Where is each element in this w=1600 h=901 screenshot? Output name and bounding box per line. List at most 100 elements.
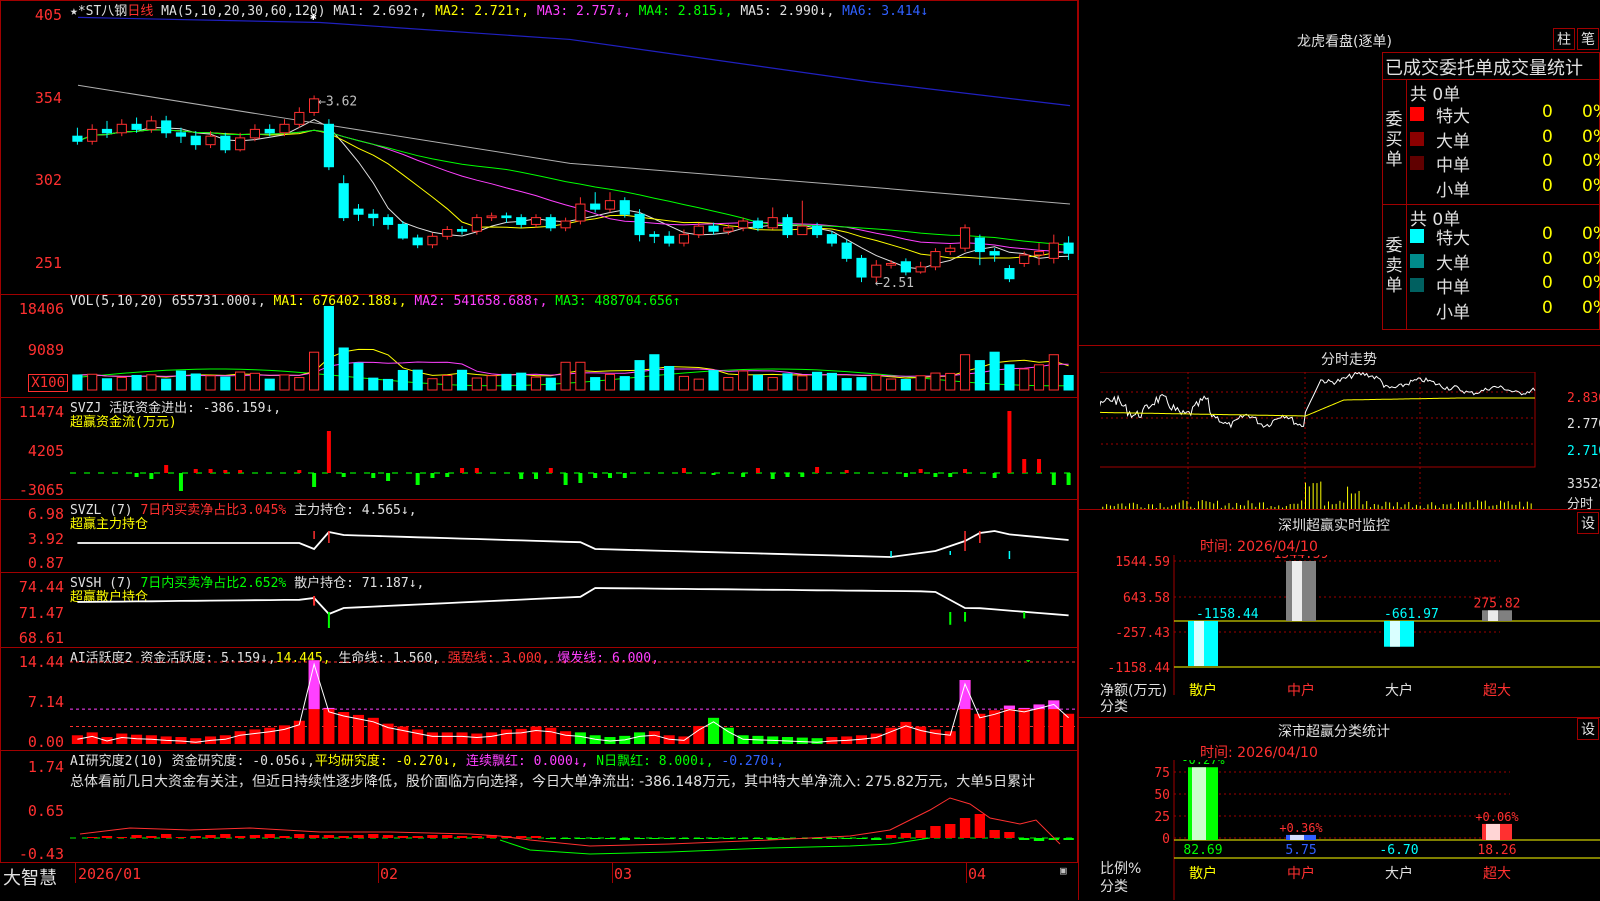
flow-bar — [963, 469, 968, 473]
ai-active-chart[interactable]: ↓ — [70, 660, 1076, 750]
order-type: 特大 — [1436, 229, 1470, 249]
tick-mode-button[interactable]: 笔 — [1577, 28, 1599, 50]
unit-button[interactable]: X100 — [28, 374, 68, 392]
volume-bar — [471, 377, 482, 391]
flow-bar — [297, 470, 302, 473]
monitor-category: 大户 — [1385, 682, 1413, 699]
x-divider — [966, 863, 967, 883]
research-bar — [856, 838, 867, 839]
intraday-price-tick: 2.710 — [1567, 444, 1600, 459]
activity-bar — [234, 731, 246, 744]
candle — [545, 217, 556, 229]
ma120-line — [77, 16, 1071, 107]
intraday-chart[interactable] — [1100, 372, 1600, 510]
high-note: ←3.62 — [318, 95, 357, 110]
volume-bar — [900, 378, 911, 391]
research-bar — [604, 838, 616, 839]
research-bar — [1004, 832, 1015, 838]
ai-research-label: AI研究度2(10) — [70, 754, 164, 769]
y-tick: 50 — [1154, 788, 1170, 803]
volume-bar — [693, 378, 704, 391]
flow-bar — [548, 468, 553, 473]
class-value-label: 18.26 — [1477, 843, 1516, 858]
volume-bar — [146, 374, 157, 391]
volume-bar — [1033, 364, 1045, 391]
x-divider — [378, 863, 379, 883]
order-count: 0 — [1542, 224, 1553, 244]
volume-bar — [382, 378, 394, 391]
monitor-bar-shine — [1194, 621, 1204, 666]
volume-bar — [220, 376, 231, 391]
research-bar — [220, 834, 231, 838]
sz-monitor-settings-button[interactable]: 设 — [1577, 512, 1599, 534]
y-tick: 14.44 — [18, 653, 64, 671]
y-tick: 3.92 — [27, 530, 64, 548]
volume-bar — [131, 374, 142, 391]
candle — [678, 234, 690, 244]
class-value-label: -6.70 — [1379, 843, 1418, 858]
buy-row: 特大 0 0% — [1410, 102, 1600, 127]
svzl-y-axis: 6.98 3.92 0.87 — [0, 499, 70, 573]
flow-bar — [223, 470, 228, 473]
order-type: 特大 — [1436, 107, 1470, 127]
svzl-chart[interactable] — [70, 501, 1076, 571]
volume-bar — [516, 372, 527, 391]
sz-monitor-title: 深圳超赢实时监控 — [1278, 518, 1390, 534]
volume-bar — [427, 378, 438, 391]
research-bar — [146, 836, 157, 838]
ai-research-chart[interactable] — [70, 790, 1076, 862]
order-type: 小单 — [1436, 180, 1470, 201]
activity-bar — [929, 729, 942, 744]
color-swatch — [1410, 131, 1424, 146]
candle — [575, 203, 586, 222]
brand-logo[interactable]: 大智慧 — [3, 864, 57, 890]
research-bar — [663, 838, 675, 839]
svzj-chart[interactable] — [70, 399, 1076, 499]
flow-bar — [134, 473, 139, 477]
volume-bar — [959, 354, 971, 391]
ai-research-v3: 连续飘红: 0.000↓, — [466, 754, 589, 769]
activity-bar — [545, 727, 557, 744]
sz-class-title: 深市超赢分类统计 — [1278, 724, 1390, 740]
research-bar — [678, 838, 690, 839]
order-count: 0 — [1542, 151, 1553, 171]
volume-bar — [205, 375, 216, 391]
flow-bar — [918, 469, 923, 473]
research-bar — [160, 834, 172, 838]
volume-bar — [885, 378, 897, 391]
candle — [619, 200, 630, 215]
candle — [560, 220, 571, 229]
color-swatch — [1410, 302, 1424, 317]
volume-chart[interactable] — [70, 306, 1076, 396]
candle — [915, 266, 926, 273]
volume-bar — [989, 351, 1000, 391]
flow-bar — [460, 468, 465, 473]
sz-class-settings-button[interactable]: 设 — [1577, 718, 1599, 740]
svsh-chart[interactable] — [70, 574, 1076, 646]
candle — [456, 229, 468, 232]
activity-bar — [560, 731, 572, 744]
order-count: 0 — [1542, 175, 1553, 196]
activity-bar — [722, 727, 734, 744]
lock-icon[interactable]: ▣ — [1060, 864, 1067, 877]
dragon-subtitle: 已成交委托单成交量统计 — [1385, 58, 1583, 79]
monitor-category: 散户 — [1189, 682, 1217, 699]
order-count: 0 — [1542, 297, 1553, 318]
monitor-bar — [1286, 561, 1316, 621]
kline-chart[interactable]: ←3.62 ←2.51 ✱ — [70, 14, 1076, 294]
y-tick: 68.61 — [18, 629, 64, 647]
sz-class-chart[interactable]: 75 50 25 0 -0.27% 82.69 散户 +0.36% 5.75 中户 -6.70 大户 +… — [1080, 760, 1600, 900]
volume-bar — [412, 369, 423, 391]
y-tick: -3065 — [18, 481, 64, 499]
y-tick: -257.43 — [1115, 626, 1170, 641]
class-top-label: -0.27% — [1181, 760, 1225, 767]
candle — [1048, 242, 1059, 259]
sell-row: 小单 0 0% — [1410, 297, 1600, 323]
flow-bar — [341, 473, 346, 477]
bar-mode-button[interactable]: 柱 — [1553, 28, 1575, 50]
candle — [590, 203, 601, 210]
order-type: 大单 — [1436, 131, 1470, 152]
volume-bar — [190, 373, 201, 391]
ai-research-y-axis: 1.74 0.65 -0.43 — [0, 750, 70, 863]
research-bar — [545, 838, 556, 839]
